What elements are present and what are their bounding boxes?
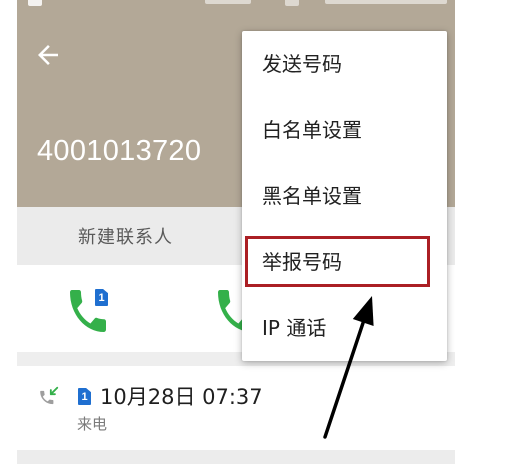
status-bar-sim-icon <box>285 0 299 6</box>
menu-item-report-number[interactable]: 举报号码 <box>242 229 447 295</box>
section-divider <box>17 450 455 464</box>
sim-card-icon: 1 <box>95 289 108 306</box>
status-bar-signal-icon <box>205 0 251 4</box>
menu-item-label: 发送号码 <box>262 52 342 76</box>
status-bar-clock-area <box>325 0 447 4</box>
tab-new-contact[interactable]: 新建联系人 <box>78 209 173 267</box>
menu-item-ip-call[interactable]: IP 通话 <box>242 295 447 361</box>
status-bar-notification-icon <box>28 0 42 6</box>
menu-item-whitelist-settings[interactable]: 白名单设置 <box>242 97 447 163</box>
menu-item-label: IP 通话 <box>262 316 327 340</box>
menu-item-label: 黑名单设置 <box>262 184 362 208</box>
menu-item-label: 举报号码 <box>262 250 342 274</box>
phone-screen: 4001013720 新建联系人 1 1 10月28日 07:37 来电 发送号… <box>17 0 455 464</box>
overflow-menu: 发送号码 白名单设置 黑名单设置 举报号码 IP 通话 <box>242 31 447 361</box>
back-button[interactable] <box>33 40 63 70</box>
menu-item-label: 白名单设置 <box>262 118 362 142</box>
menu-item-blacklist-settings[interactable]: 黑名单设置 <box>242 163 447 229</box>
menu-item-send-number[interactable]: 发送号码 <box>242 31 447 97</box>
back-arrow-icon <box>38 45 58 65</box>
call-datetime: 10月28日 07:37 <box>100 385 263 409</box>
call-log-item[interactable]: 1 10月28日 07:37 来电 <box>17 366 455 450</box>
contact-phone-number: 4001013720 <box>37 135 202 167</box>
incoming-call-icon <box>38 385 60 407</box>
call-type-label: 来电 <box>77 415 108 433</box>
sim-card-icon: 1 <box>78 388 91 405</box>
